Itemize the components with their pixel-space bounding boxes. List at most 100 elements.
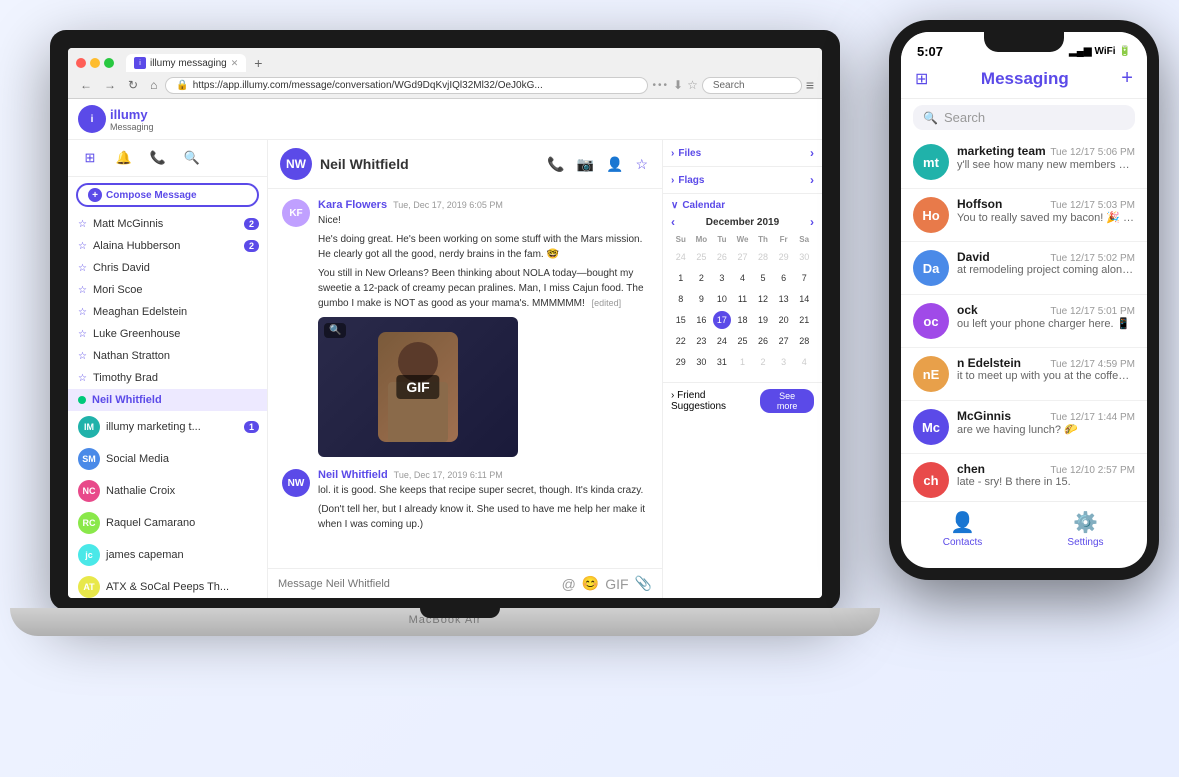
emoji-icon[interactable]: 😊 bbox=[582, 575, 599, 592]
forward-button[interactable]: → bbox=[100, 76, 120, 94]
contact-list-item[interactable]: ☆Mori Scoe bbox=[68, 279, 267, 301]
video-call-icon[interactable]: 📷 bbox=[575, 154, 596, 175]
cal-day[interactable]: 1 bbox=[672, 269, 690, 287]
close-button[interactable] bbox=[76, 58, 86, 68]
cal-day[interactable]: 3 bbox=[775, 353, 793, 371]
cal-day[interactable]: 27 bbox=[775, 332, 793, 350]
contact-list-item[interactable]: Neil Whitfield bbox=[68, 389, 267, 411]
phone-contacts-tab[interactable]: 👤 Contacts bbox=[901, 510, 1024, 548]
contact-list-item[interactable]: ATATX & SoCal Peeps Th... bbox=[68, 571, 267, 598]
cal-day[interactable]: 31 bbox=[713, 353, 731, 371]
contact-list-item[interactable]: IMillumy marketing t...1 bbox=[68, 411, 267, 443]
contact-list-item[interactable]: NCNathalie Croix bbox=[68, 475, 267, 507]
contact-list-item[interactable]: RCRaquel Camarano bbox=[68, 507, 267, 539]
browser-options-icon[interactable]: ••• bbox=[652, 80, 669, 91]
cal-day[interactable]: 6 bbox=[775, 269, 793, 287]
home-button[interactable]: ⌂ bbox=[146, 76, 161, 94]
star-icon[interactable]: ☆ bbox=[633, 154, 650, 175]
phone-message-item[interactable]: oc ock Tue 12/17 5:01 PM ou left your ph… bbox=[901, 295, 1147, 348]
calendar-next-icon[interactable]: › bbox=[810, 215, 814, 229]
cal-day[interactable]: 15 bbox=[672, 311, 690, 329]
cal-day[interactable]: 2 bbox=[754, 353, 772, 371]
message-input[interactable] bbox=[278, 578, 556, 590]
zoom-icon[interactable]: 🔍 bbox=[324, 323, 346, 338]
minimize-button[interactable] bbox=[90, 58, 100, 68]
files-expand-icon[interactable]: › bbox=[810, 146, 814, 160]
cal-day[interactable]: 28 bbox=[754, 248, 772, 266]
cal-day[interactable]: 13 bbox=[775, 290, 793, 308]
cal-day[interactable]: 26 bbox=[754, 332, 772, 350]
cal-day[interactable]: 20 bbox=[775, 311, 793, 329]
new-tab-icon[interactable]: + bbox=[254, 55, 262, 71]
see-more-button[interactable]: See more bbox=[760, 389, 814, 413]
cal-day[interactable]: 7 bbox=[795, 269, 813, 287]
phone-settings-tab[interactable]: ⚙️ Settings bbox=[1024, 510, 1147, 548]
maximize-button[interactable] bbox=[104, 58, 114, 68]
cal-day[interactable]: 30 bbox=[795, 248, 813, 266]
phone-search-bar[interactable]: 🔍 Search bbox=[913, 105, 1135, 130]
calendar-header[interactable]: ∨ Calendar bbox=[671, 200, 814, 211]
cal-day[interactable]: 5 bbox=[754, 269, 772, 287]
at-mention-icon[interactable]: @ bbox=[562, 576, 576, 592]
cal-day[interactable]: 21 bbox=[795, 311, 813, 329]
browser-search-bar[interactable]: Search bbox=[702, 77, 802, 94]
profile-icon[interactable]: 👤 bbox=[604, 154, 625, 175]
cal-day[interactable]: 19 bbox=[754, 311, 772, 329]
phone-grid-icon[interactable]: ⊞ bbox=[915, 69, 928, 89]
cal-day[interactable]: 24 bbox=[713, 332, 731, 350]
attachment-icon[interactable]: 📎 bbox=[635, 575, 652, 592]
cal-day[interactable]: 16 bbox=[692, 311, 710, 329]
back-button[interactable]: ← bbox=[76, 76, 96, 94]
cal-day[interactable]: 11 bbox=[733, 290, 751, 308]
calendar-prev-icon[interactable]: ‹ bbox=[671, 215, 675, 229]
cal-day[interactable]: 24 bbox=[672, 248, 690, 266]
contact-list-item[interactable]: ☆Alaina Hubberson2 bbox=[68, 235, 267, 257]
cal-day[interactable]: 25 bbox=[733, 332, 751, 350]
cal-day[interactable]: 3 bbox=[713, 269, 731, 287]
phone-message-item[interactable]: ch chen Tue 12/10 2:57 PM late - sry! B … bbox=[901, 454, 1147, 501]
gif-icon[interactable]: GIF bbox=[605, 576, 628, 592]
voice-call-icon[interactable]: 📞 bbox=[545, 154, 566, 175]
cal-day[interactable]: 25 bbox=[692, 248, 710, 266]
grid-icon[interactable]: ⊞ bbox=[78, 146, 102, 170]
contact-list-item[interactable]: ☆Timothy Brad bbox=[68, 367, 267, 389]
contact-list-item[interactable]: ☆Meaghan Edelstein bbox=[68, 301, 267, 323]
contact-list-item[interactable]: jcjames capeman bbox=[68, 539, 267, 571]
cal-day[interactable]: 12 bbox=[754, 290, 772, 308]
contact-list-item[interactable]: SMSocial Media bbox=[68, 443, 267, 475]
bell-icon[interactable]: 🔔 bbox=[112, 146, 136, 170]
files-header[interactable]: › Files › bbox=[671, 146, 814, 160]
cal-day[interactable]: 26 bbox=[713, 248, 731, 266]
phone-message-item[interactable]: Ho Hoffson Tue 12/17 5:03 PM You to real… bbox=[901, 189, 1147, 242]
cal-day[interactable]: 2 bbox=[692, 269, 710, 287]
cal-day[interactable]: 8 bbox=[672, 290, 690, 308]
phone-message-item[interactable]: mt marketing team Tue 12/17 5:06 PM y'll… bbox=[901, 136, 1147, 189]
phone-message-item[interactable]: Da David Tue 12/17 5:02 PM at remodeling… bbox=[901, 242, 1147, 295]
contact-list-item[interactable]: ☆Chris David bbox=[68, 257, 267, 279]
cal-day[interactable]: 28 bbox=[795, 332, 813, 350]
cal-day[interactable]: 1 bbox=[733, 353, 751, 371]
cal-day[interactable]: 4 bbox=[795, 353, 813, 371]
cal-day[interactable]: 30 bbox=[692, 353, 710, 371]
phone-message-item[interactable]: nE n Edelstein Tue 12/17 4:59 PM it to m… bbox=[901, 348, 1147, 401]
cal-day[interactable]: 23 bbox=[692, 332, 710, 350]
contact-list-item[interactable]: ☆Luke Greenhouse bbox=[68, 323, 267, 345]
phone-new-message-icon[interactable]: + bbox=[1121, 67, 1133, 90]
cal-day[interactable]: 27 bbox=[733, 248, 751, 266]
compose-button[interactable]: + Compose Message bbox=[76, 183, 259, 207]
tab-close-icon[interactable]: ✕ bbox=[231, 58, 239, 69]
browser-menu-icon[interactable]: ≡ bbox=[806, 77, 814, 93]
contact-list-item[interactable]: ☆Matt McGinnis2 bbox=[68, 213, 267, 235]
phone-icon[interactable]: 📞 bbox=[146, 146, 170, 170]
cal-day[interactable]: 10 bbox=[713, 290, 731, 308]
cal-day[interactable]: 14 bbox=[795, 290, 813, 308]
cal-day[interactable]: 4 bbox=[733, 269, 751, 287]
refresh-button[interactable]: ↻ bbox=[124, 76, 142, 94]
phone-message-item[interactable]: Mc McGinnis Tue 12/17 1:44 PM are we hav… bbox=[901, 401, 1147, 454]
cal-day-today[interactable]: 17 bbox=[713, 311, 731, 329]
flags-header[interactable]: › Flags › bbox=[671, 173, 814, 187]
cal-day[interactable]: 22 bbox=[672, 332, 690, 350]
url-bar[interactable]: 🔒 https://app.illumy.com/message/convers… bbox=[165, 77, 648, 94]
cal-day[interactable]: 29 bbox=[672, 353, 690, 371]
bookmark-icon[interactable]: ☆ bbox=[687, 78, 698, 92]
